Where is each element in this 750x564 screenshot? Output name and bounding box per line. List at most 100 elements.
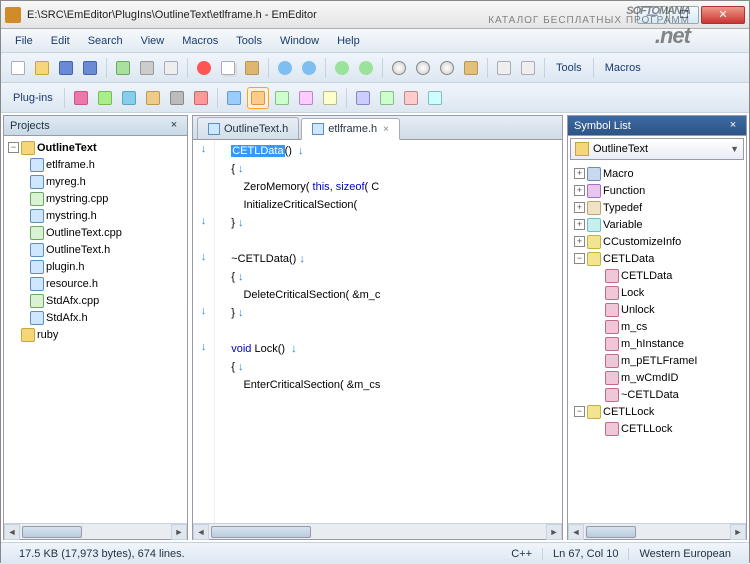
cut-icon — [197, 61, 211, 75]
menu-search[interactable]: Search — [80, 32, 131, 50]
undo-button[interactable] — [274, 57, 296, 79]
status-size: 17.5 KB (17,973 bytes), 674 lines. — [9, 548, 195, 560]
project-root[interactable]: − OutlineText — [6, 139, 185, 156]
project-file[interactable]: StdAfx.cpp — [6, 292, 185, 309]
symbol-item[interactable]: Lock — [570, 284, 744, 301]
window-title: E:\SRC\EmEditor\PlugIns\OutlineText\etlf… — [27, 9, 637, 21]
plugin-btn-4[interactable] — [142, 87, 164, 109]
saveall-button[interactable] — [79, 57, 101, 79]
macros-label[interactable]: Macros — [599, 62, 647, 74]
symbol-item[interactable]: m_cs — [570, 318, 744, 335]
open-button[interactable] — [31, 57, 53, 79]
plugin-btn-11[interactable] — [319, 87, 341, 109]
plugin-btn-6[interactable] — [190, 87, 212, 109]
plugin-btn-7[interactable] — [223, 87, 245, 109]
mem-icon — [605, 269, 619, 283]
editor-content[interactable]: CETLData() ↓ { ↓ ZeroMemory( this, sizeo… — [215, 140, 562, 523]
editor-pane: OutlineText.h etlframe.h × ↓↓↓↓↓ CETLDat… — [192, 115, 563, 540]
editor-hscroll[interactable]: ◄ ► — [193, 523, 562, 539]
statusbar: 17.5 KB (17,973 bytes), 674 lines. C++ L… — [1, 542, 749, 564]
tools-label[interactable]: Tools — [550, 62, 588, 74]
plugin-btn-9[interactable] — [271, 87, 293, 109]
cut-button[interactable] — [193, 57, 215, 79]
symbol-item[interactable]: m_wCmdID — [570, 369, 744, 386]
margin-button[interactable] — [517, 57, 539, 79]
project-file[interactable]: OutlineText.h — [6, 241, 185, 258]
symbol-item[interactable]: +Variable — [570, 216, 744, 233]
projects-title[interactable]: Projects × — [4, 116, 187, 136]
symbol-item[interactable]: Unlock — [570, 301, 744, 318]
symbol-item[interactable]: +Function — [570, 182, 744, 199]
menu-macros[interactable]: Macros — [174, 32, 226, 50]
class-icon — [587, 252, 601, 266]
minimize-button[interactable]: — — [637, 6, 667, 24]
symbols-hscroll[interactable]: ◄ ► — [568, 523, 746, 539]
menu-help[interactable]: Help — [329, 32, 368, 50]
project-file[interactable]: OutlineText.cpp — [6, 224, 185, 241]
paste-button[interactable] — [241, 57, 263, 79]
symbol-item[interactable]: +CCustomizeInfo — [570, 233, 744, 250]
menu-tools[interactable]: Tools — [228, 32, 270, 50]
findprev-button[interactable] — [412, 57, 434, 79]
copy-button[interactable] — [217, 57, 239, 79]
maximize-button[interactable]: ☐ — [669, 6, 699, 24]
status-pos: Ln 67, Col 10 — [542, 548, 628, 560]
symbols-scope-dropdown[interactable]: OutlineText ▼ — [570, 138, 744, 160]
project-file[interactable]: StdAfx.h — [6, 309, 185, 326]
symbol-item[interactable]: m_hInstance — [570, 335, 744, 352]
project-ruby[interactable]: ruby — [6, 326, 185, 343]
close-button[interactable]: ✕ — [701, 6, 745, 24]
code-editor[interactable]: ↓↓↓↓↓ CETLData() ↓ { ↓ ZeroMemory( this,… — [193, 140, 562, 523]
symbol-item[interactable]: +Typedef — [570, 199, 744, 216]
project-file[interactable]: mystring.cpp — [6, 190, 185, 207]
projects-close-icon[interactable]: × — [167, 119, 181, 133]
symbol-item[interactable]: −CETLLock — [570, 403, 744, 420]
project-file[interactable]: myreg.h — [6, 173, 185, 190]
plugin-btn-10[interactable] — [295, 87, 317, 109]
reload-button[interactable] — [112, 57, 134, 79]
project-file[interactable]: resource.h — [6, 275, 185, 292]
project-file[interactable]: mystring.h — [6, 207, 185, 224]
findnext-button[interactable] — [436, 57, 458, 79]
new-button[interactable] — [7, 57, 29, 79]
tab-outlinetext[interactable]: OutlineText.h — [197, 117, 299, 139]
symbols-close-icon[interactable]: × — [726, 119, 740, 133]
plugin-btn-12[interactable] — [352, 87, 374, 109]
forward-button[interactable] — [355, 57, 377, 79]
typedef-icon — [587, 201, 601, 215]
preview-button[interactable] — [160, 57, 182, 79]
projects-hscroll[interactable]: ◄ ► — [4, 523, 187, 539]
save-button[interactable] — [55, 57, 77, 79]
menubar: File Edit Search View Macros Tools Windo… — [1, 29, 749, 53]
plugin-btn-15[interactable] — [424, 87, 446, 109]
tab-close-icon[interactable]: × — [383, 124, 389, 135]
find-button[interactable] — [388, 57, 410, 79]
plugins-label: Plug-ins — [7, 92, 59, 104]
menu-window[interactable]: Window — [272, 32, 327, 50]
symbol-item[interactable]: −CETLData — [570, 250, 744, 267]
plugin-btn-3[interactable] — [118, 87, 140, 109]
project-file[interactable]: plugin.h — [6, 258, 185, 275]
symbol-item[interactable]: CETLLock — [570, 420, 744, 437]
plugin-btn-2[interactable] — [94, 87, 116, 109]
menu-file[interactable]: File — [7, 32, 41, 50]
print-button[interactable] — [136, 57, 158, 79]
symbol-item[interactable]: CETLData — [570, 267, 744, 284]
project-file[interactable]: etlframe.h — [6, 156, 185, 173]
redo-button[interactable] — [298, 57, 320, 79]
plugin-btn-14[interactable] — [400, 87, 422, 109]
menu-edit[interactable]: Edit — [43, 32, 78, 50]
plugin-btn-8[interactable] — [247, 87, 269, 109]
symbol-item[interactable]: +Macro — [570, 165, 744, 182]
symbol-item[interactable]: ~CETLData — [570, 386, 744, 403]
plugin-btn-1[interactable] — [70, 87, 92, 109]
plugin-btn-13[interactable] — [376, 87, 398, 109]
wrap-button[interactable] — [493, 57, 515, 79]
menu-view[interactable]: View — [133, 32, 173, 50]
tab-etlframe[interactable]: etlframe.h × — [301, 118, 400, 140]
symbol-item[interactable]: m_pETLFrameI — [570, 352, 744, 369]
back-button[interactable] — [331, 57, 353, 79]
plugin-btn-5[interactable] — [166, 87, 188, 109]
replace-button[interactable] — [460, 57, 482, 79]
symbols-title[interactable]: Symbol List × — [568, 116, 746, 136]
